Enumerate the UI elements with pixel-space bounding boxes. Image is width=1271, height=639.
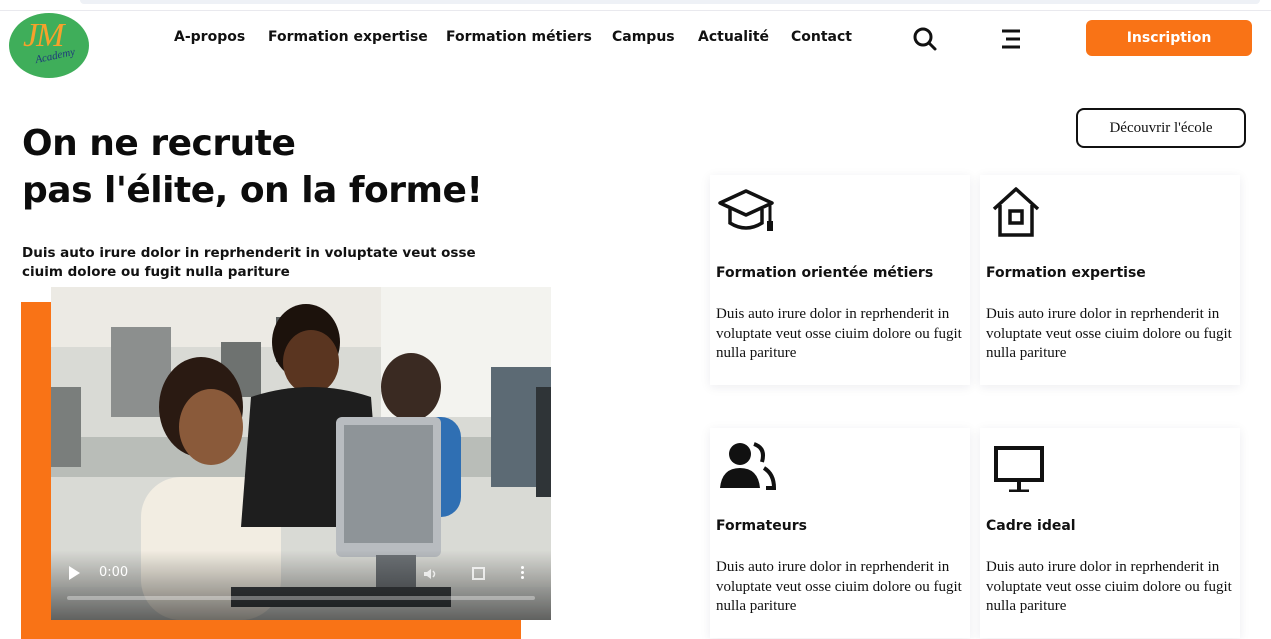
feature-title: Cadre ideal <box>986 518 1076 534</box>
volume-icon[interactable] <box>423 567 437 581</box>
feature-text: Duis auto irure dolor in reprhenderit in… <box>986 559 1232 614</box>
logo[interactable]: JM Academy <box>9 13 89 78</box>
feature-text: Duis auto irure dolor in reprhenderit in… <box>716 306 962 361</box>
feature-card: Cadre ideal Duis auto irure dolor in rep… <box>980 428 1240 638</box>
top-strip <box>80 0 1260 4</box>
play-icon[interactable] <box>69 566 80 580</box>
video-time: 0:00 <box>99 565 129 580</box>
feature-title: Formateurs <box>716 518 807 534</box>
nav-item-contact[interactable]: Contact <box>791 29 852 45</box>
title-line-1: On ne recrute <box>22 123 296 164</box>
feature-title: Formation orientée métiers <box>716 265 934 281</box>
feature-text: Duis auto irure dolor in reprhenderit in… <box>716 559 962 614</box>
nav-item-actualite[interactable]: Actualité <box>698 29 769 45</box>
hero-subtitle: Duis auto irure dolor in reprhenderit in… <box>22 245 476 280</box>
monitor-icon <box>986 436 1046 493</box>
header-divider <box>0 10 1271 11</box>
nav-item-formation-expertise[interactable]: Formation expertise <box>268 29 428 45</box>
inscription-button[interactable]: Inscription <box>1086 20 1252 56</box>
feature-card: Formation orientée métiers Duis auto iru… <box>710 175 970 385</box>
nav-item-a-propos[interactable]: A-propos <box>174 29 245 45</box>
feature-title: Formation expertise <box>986 265 1146 281</box>
video-player[interactable]: 0:00 <box>51 287 551 620</box>
users-icon <box>716 436 777 492</box>
feature-text: Duis auto irure dolor in reprhenderit in… <box>986 306 1232 361</box>
fullscreen-icon[interactable] <box>472 567 485 580</box>
more-options-icon[interactable] <box>521 566 525 580</box>
house-icon <box>986 183 1046 239</box>
nav-item-formation-metiers[interactable]: Formation métiers <box>446 29 592 45</box>
video-seek-bar[interactable] <box>67 596 535 600</box>
menu-icon[interactable] <box>998 26 1024 52</box>
title-line-2: pas l'élite, on la forme! <box>22 170 483 211</box>
discover-school-button[interactable]: Découvrir l'école <box>1076 108 1246 148</box>
search-icon[interactable] <box>912 26 938 52</box>
graduation-cap-icon <box>716 183 776 239</box>
nav-item-campus[interactable]: Campus <box>612 29 675 45</box>
video-controls <box>51 550 551 620</box>
feature-card: Formation expertise Duis auto irure dolo… <box>980 175 1240 385</box>
page-title: On ne recrute pas l'élite, on la forme! <box>22 120 542 214</box>
feature-card: Formateurs Duis auto irure dolor in repr… <box>710 428 970 638</box>
